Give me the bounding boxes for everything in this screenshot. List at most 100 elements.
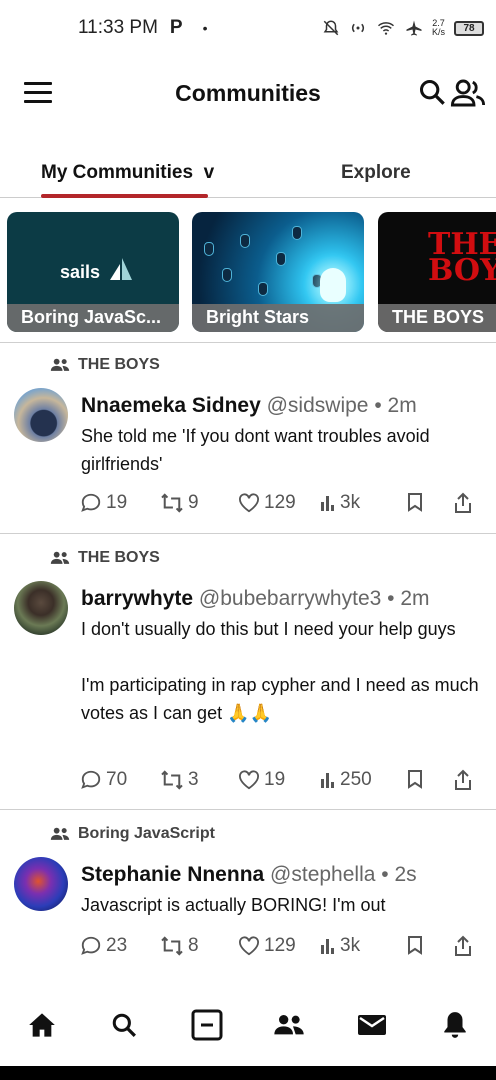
group-icon [50, 358, 70, 371]
post-time: 2s [394, 863, 417, 886]
search-icon[interactable] [108, 1009, 140, 1041]
views-button[interactable]: 250 [320, 769, 372, 791]
post-time: 2m [387, 394, 417, 417]
app-bar: Communities [0, 62, 496, 126]
repost-icon [161, 770, 183, 790]
bookmark-icon [408, 493, 422, 512]
group-icon [50, 551, 70, 564]
post-time: 2m [400, 587, 430, 610]
like-button[interactable]: 19 [238, 769, 285, 791]
glowing-bulb [320, 268, 346, 302]
author-name[interactable]: Nnaemeka Sidney [81, 394, 261, 417]
post-actions: 23 8 129 3k [80, 935, 480, 961]
battery-icon: 78 [454, 20, 484, 36]
reply-button[interactable]: 19 [80, 492, 127, 514]
net-speed: 2.7 K/s [431, 18, 445, 37]
messages-icon[interactable] [356, 1009, 388, 1041]
repost-button[interactable]: 8 [160, 935, 199, 957]
divider [0, 809, 496, 810]
repost-button[interactable]: 3 [160, 769, 199, 791]
views-icon [321, 496, 334, 511]
tab-my-communities[interactable]: My Communities v [41, 162, 214, 184]
community-carousel[interactable]: sails Boring JavaSc... Bright Stars THE … [0, 212, 496, 332]
author-handle[interactable]: @bubebarrywhyte3 [199, 587, 381, 610]
post-actions: 19 9 129 3k [80, 492, 480, 518]
post-community: THE BOYS [50, 549, 160, 567]
status-time: 11:33 PM [78, 17, 158, 38]
community-card-boring-javascript[interactable]: sails Boring JavaSc... [7, 212, 179, 332]
avatar[interactable] [14, 388, 68, 442]
community-card-label: THE BOYS [378, 304, 496, 332]
heart-icon [239, 770, 259, 790]
hotspot-icon [351, 23, 364, 33]
post-header: Nnaemeka Sidney @sidswipe • 2m [81, 394, 417, 417]
bookmark-button[interactable] [407, 935, 423, 955]
like-button[interactable]: 129 [238, 492, 296, 514]
bookmark-button[interactable] [407, 769, 423, 789]
home-icon[interactable] [26, 1009, 58, 1041]
share-icon [455, 769, 471, 790]
share-button[interactable] [454, 935, 472, 957]
communities-icon[interactable] [273, 1009, 305, 1041]
status-p-icon: P [169, 17, 183, 38]
sails-logo-text: sails [60, 262, 101, 282]
community-card-label: Boring JavaSc... [7, 304, 179, 332]
the-boys-logo: THE BOYS [428, 227, 496, 288]
bookmark-icon [408, 936, 422, 955]
post-header: barrywhyte @bubebarrywhyte3 • 2m [81, 587, 430, 610]
bookmark-button[interactable] [407, 492, 423, 512]
bookmark-icon [408, 770, 422, 789]
views-button[interactable]: 3k [320, 935, 360, 957]
search-icon[interactable] [418, 78, 446, 106]
author-name[interactable]: Stephanie Nnenna [81, 863, 264, 886]
post-body: Javascript is actually BORING! I'm out [81, 895, 386, 915]
bell-off-icon [323, 20, 339, 36]
system-nav-bar [0, 1066, 496, 1080]
comment-icon [81, 770, 101, 789]
post-community: Boring JavaScript [50, 825, 215, 843]
avatar[interactable] [14, 581, 68, 635]
avatar[interactable] [14, 857, 68, 911]
bottom-nav [0, 987, 496, 1063]
tab-explore[interactable]: Explore [341, 162, 411, 184]
repost-button[interactable]: 9 [160, 492, 199, 514]
active-tab-indicator [41, 194, 208, 198]
views-icon [321, 773, 334, 788]
divider [0, 342, 496, 343]
author-handle[interactable]: @stephella [270, 863, 375, 886]
share-button[interactable] [454, 769, 472, 791]
post-body: I don't usually do this but I need your … [81, 619, 479, 723]
status-dot: • [202, 20, 208, 36]
post-body: She told me 'If you dont want troubles a… [81, 426, 430, 474]
wifi-icon [377, 22, 394, 35]
people-icon[interactable] [450, 78, 486, 108]
comment-icon [81, 936, 101, 955]
notifications-icon[interactable] [439, 1009, 471, 1041]
community-card-label: Bright Stars [192, 304, 364, 332]
heart-icon [239, 493, 259, 513]
comment-icon [81, 493, 101, 512]
share-button[interactable] [454, 492, 472, 514]
group-icon [50, 827, 70, 840]
reply-button[interactable]: 70 [80, 769, 127, 791]
divider [0, 533, 496, 534]
airplane-icon [406, 20, 422, 36]
community-card-the-boys[interactable]: THE BOYS THE BOYS [378, 212, 496, 332]
views-icon [321, 939, 334, 954]
share-icon [455, 935, 471, 956]
sails-logo-icon [110, 258, 132, 280]
reply-button[interactable]: 23 [80, 935, 127, 957]
compose-icon[interactable] [191, 1009, 223, 1041]
post-community: THE BOYS [50, 356, 160, 374]
status-bar: 11:33 PM P • 2.7 K/s 78 [0, 0, 496, 56]
like-button[interactable]: 129 [238, 935, 296, 957]
views-button[interactable]: 3k [320, 492, 360, 514]
repost-icon [161, 936, 183, 956]
community-card-bright-stars[interactable]: Bright Stars [192, 212, 364, 332]
author-handle[interactable]: @sidswipe [267, 394, 369, 417]
author-name[interactable]: barrywhyte [81, 587, 193, 610]
share-icon [455, 492, 471, 513]
heart-icon [239, 936, 259, 956]
post-header: Stephanie Nnenna @stephella • 2s [81, 863, 417, 886]
tab-bar: My Communities v Explore [0, 152, 496, 198]
